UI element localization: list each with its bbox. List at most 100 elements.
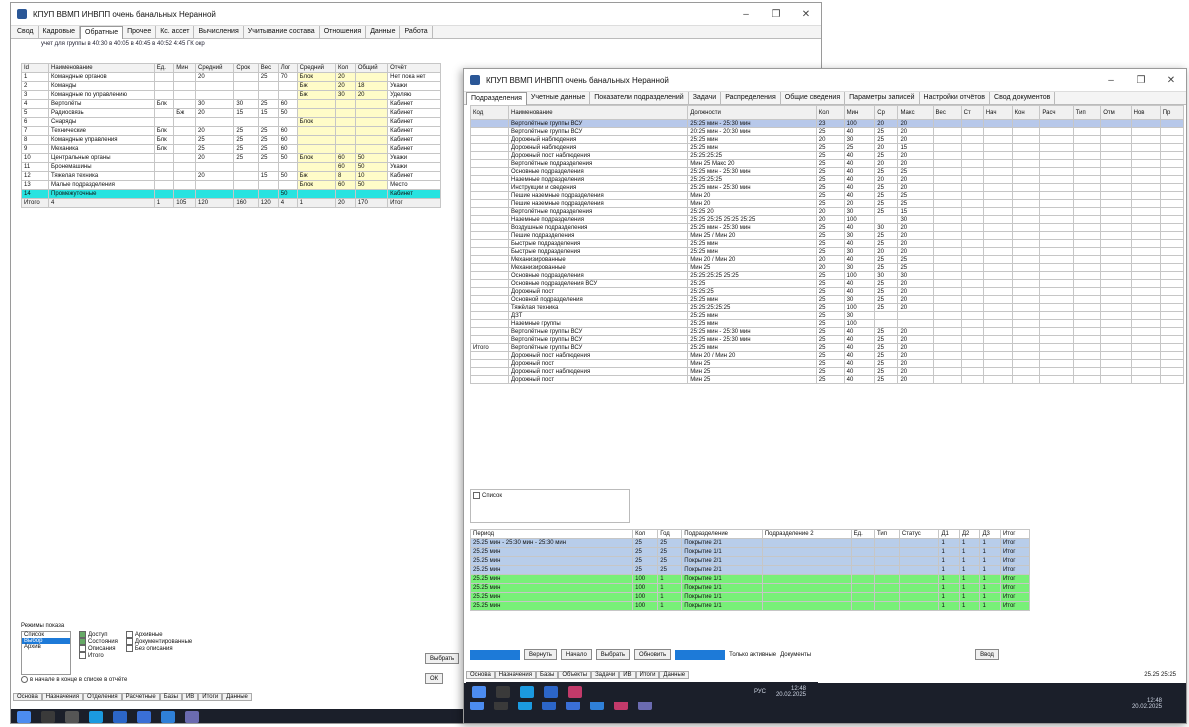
minimize-icon[interactable]: –	[731, 9, 761, 20]
tab[interactable]: Основа	[466, 671, 495, 679]
table-row[interactable]: Дорожный пост 25:25:25 25 40 25 20	[469, 287, 1185, 296]
table-row[interactable]: 12 Тяжелая техника 20 15 50 Бж 8 10 Кабинет	[20, 171, 441, 181]
menu-item[interactable]: Задачи	[689, 92, 722, 104]
column-header[interactable]: Наименование	[508, 105, 689, 120]
menu-item[interactable]: Распределения	[721, 92, 781, 104]
table-row[interactable]: 25.25 мин 100 1 Покрытие 1/1 1 1 1 Итог	[469, 574, 1031, 584]
search-icon[interactable]	[496, 686, 510, 698]
filter-button-3[interactable]: Выбрать	[595, 649, 630, 660]
menu-item[interactable]: Учетные данные	[527, 92, 591, 104]
menu-item[interactable]: Свод	[13, 26, 39, 38]
table-row[interactable]: Механизированные Мин 20 / Мин 20 20 40 25 25	[469, 255, 1185, 264]
checkbox[interactable]	[79, 638, 86, 646]
checkbox-row[interactable]: Архивные	[125, 631, 192, 638]
table-row[interactable]: Инструкции и сведения 25:25 мин - 25:30 м…	[469, 183, 1185, 192]
selector-box-2[interactable]	[675, 649, 726, 660]
table-row[interactable]: Вертолётные группы ВСУ 20:25 мин - 20:30 …	[469, 127, 1185, 136]
table-row[interactable]: ДЗТ 25:25 мин 25 30	[469, 311, 1185, 320]
table-row[interactable]: Вертолётные группы ВСУ 25:25 мин - 25:30 …	[469, 335, 1185, 344]
checkbox[interactable]	[125, 638, 133, 646]
table-row[interactable]: 14 Промежуточные 50 Кабинет	[20, 189, 441, 199]
selector-box[interactable]	[470, 649, 520, 660]
table-row[interactable]: Пешие подразделения Мин 25 / Мин 20 25 30 25…	[469, 231, 1185, 240]
menu-item[interactable]: Прочее	[123, 26, 157, 38]
column-header[interactable]: Кол	[632, 529, 659, 539]
table-row[interactable]: 5 Радиосвязь Бж 20 15 15 50 Кабинет	[20, 108, 441, 118]
table-row[interactable]: Наземные группы 25:25 мин 25 100	[469, 319, 1185, 328]
table-row[interactable]: Вертолётные группы ВСУ 25:25 мин - 25:30 …	[469, 327, 1185, 336]
table-row[interactable]: Механизированные Мин 25 20 30 25 25	[469, 263, 1185, 272]
menu-item[interactable]: Настройки отчётов	[920, 92, 991, 104]
table-row[interactable]: Вертолётные подразделения Мин 25 Макс 20 2…	[469, 159, 1185, 168]
column-header[interactable]: Общий	[354, 63, 389, 73]
checkbox[interactable]	[125, 645, 133, 653]
table-row[interactable]: Дорожный пост Мин 25 25 40 25 20	[469, 375, 1185, 384]
app-taskbar-icon[interactable]	[568, 686, 582, 698]
column-header[interactable]: Пр	[1159, 105, 1185, 120]
minimize-icon[interactable]: –	[1096, 75, 1126, 86]
column-header[interactable]: Год	[657, 529, 683, 539]
column-header[interactable]: Статус	[898, 529, 940, 539]
column-header[interactable]: Средний	[195, 63, 235, 73]
checkbox[interactable]	[79, 631, 86, 638]
filter-button-4[interactable]: Обновить	[633, 649, 672, 660]
table-row[interactable]: 25.25 мин 100 1 Покрытие 1/1 1 1 1 Итог	[469, 583, 1031, 593]
table-row[interactable]: 25.25 мин 25 25 Покрытие 2/1 1 1 1 Итог	[469, 556, 1031, 566]
menu-item[interactable]: Обратные	[80, 25, 124, 39]
checkbox-row[interactable]: Итого	[79, 652, 118, 659]
menu-item[interactable]: Отношения	[320, 26, 367, 38]
table-row[interactable]: 25.25 мин 25 25 Покрытие 2/1 1 1 1 Итог	[469, 565, 1031, 575]
table-row[interactable]: Наземные подразделения 25:25 25:25 25:25 …	[469, 215, 1185, 224]
menu-item[interactable]: Показатели подразделений	[590, 92, 689, 104]
tab[interactable]: Основа	[13, 693, 42, 701]
store-icon[interactable]	[544, 686, 558, 698]
checkbox[interactable]	[79, 652, 86, 660]
table-row[interactable]: Дорожный пост наблюдения Мин 20 / Мин 20 2…	[469, 351, 1185, 360]
table-row[interactable]: Пешие наземные подразделения Мин 20 25 20 25…	[469, 199, 1185, 208]
table-row[interactable]: Дорожный наблюдения 25:25 мин 20 30 25 20	[469, 135, 1185, 144]
column-header[interactable]: Мин	[173, 63, 197, 73]
menu-item[interactable]: Подразделения	[466, 91, 527, 105]
menu-item[interactable]: Параметры записей	[845, 92, 920, 104]
store-icon[interactable]	[113, 711, 127, 723]
close-icon[interactable]: ✕	[791, 9, 821, 20]
windows-icon[interactable]	[472, 686, 486, 698]
checkbox-row[interactable]: Доступ	[79, 631, 118, 638]
column-header[interactable]: Код	[469, 105, 510, 120]
column-header[interactable]: Итог	[999, 529, 1031, 539]
checkbox-row[interactable]: Документированные	[125, 638, 192, 646]
table-row[interactable]: 9 Механика Блк 25 25 25 60 Кабинет	[20, 144, 441, 154]
close-icon[interactable]: ✕	[1156, 75, 1186, 86]
column-header[interactable]: Срок	[233, 63, 259, 73]
column-header[interactable]: Должности	[687, 105, 817, 120]
table-row[interactable]: Воздушные подразделения 25:25 мин - 25:30…	[469, 223, 1185, 232]
table-row[interactable]: Дорожный наблюдения 25:25 мин 25 25 20 15	[469, 143, 1185, 152]
column-header[interactable]: Мин	[843, 105, 876, 120]
menu-item[interactable]: Кадровые	[39, 26, 81, 38]
table-row[interactable]: 25.25 мин 25 25 Покрытие 1/1 1 1 1 Итог	[469, 547, 1031, 557]
table-row[interactable]: Вертолётные подразделения 25:25 20 20 30 25 1…	[469, 207, 1185, 216]
edge-icon[interactable]	[520, 686, 534, 698]
column-header[interactable]: Id	[20, 63, 50, 73]
checkbox[interactable]	[125, 631, 133, 638]
table-row[interactable]: Основной подразделения 25:25 мин 25 30 25 20	[469, 295, 1185, 304]
column-header[interactable]: Д3	[979, 529, 1001, 539]
ok-button[interactable]: ОК	[425, 673, 444, 684]
column-header[interactable]: Вес	[932, 105, 962, 120]
column-header[interactable]: Д2	[958, 529, 981, 539]
column-header[interactable]: Ед.	[850, 529, 876, 539]
table-row[interactable]: 25.25 мин 100 1 Покрытие 1/1 1 1 1 Итог	[469, 592, 1031, 602]
menu-item[interactable]: Кс. ассет	[156, 26, 195, 38]
tab[interactable]: Отделения	[83, 693, 122, 701]
tab[interactable]: Задачи	[591, 671, 620, 679]
table-row[interactable]: Тяжёлая техника 25:25:25:25:25 25 100 25 20	[469, 303, 1185, 312]
checkbox-row[interactable]: Описания	[79, 645, 118, 652]
filter-button-2[interactable]: Начало	[560, 649, 592, 660]
table-row[interactable]: Пешие наземные подразделения Мин 20 25 40 25…	[469, 191, 1185, 200]
table-row[interactable]: 6 Снаряды Блок Кабинет	[20, 117, 441, 127]
column-header[interactable]: Д1	[938, 529, 960, 539]
mode-list[interactable]: Список Выбор Архив	[21, 631, 71, 675]
column-header[interactable]: Отм	[1100, 105, 1132, 120]
table-row[interactable]: Основные подразделения 25:25 мин - 25:30 …	[469, 167, 1185, 176]
table-row[interactable]: Основные подразделения 25:25:25:25 25:25 2…	[469, 271, 1185, 280]
